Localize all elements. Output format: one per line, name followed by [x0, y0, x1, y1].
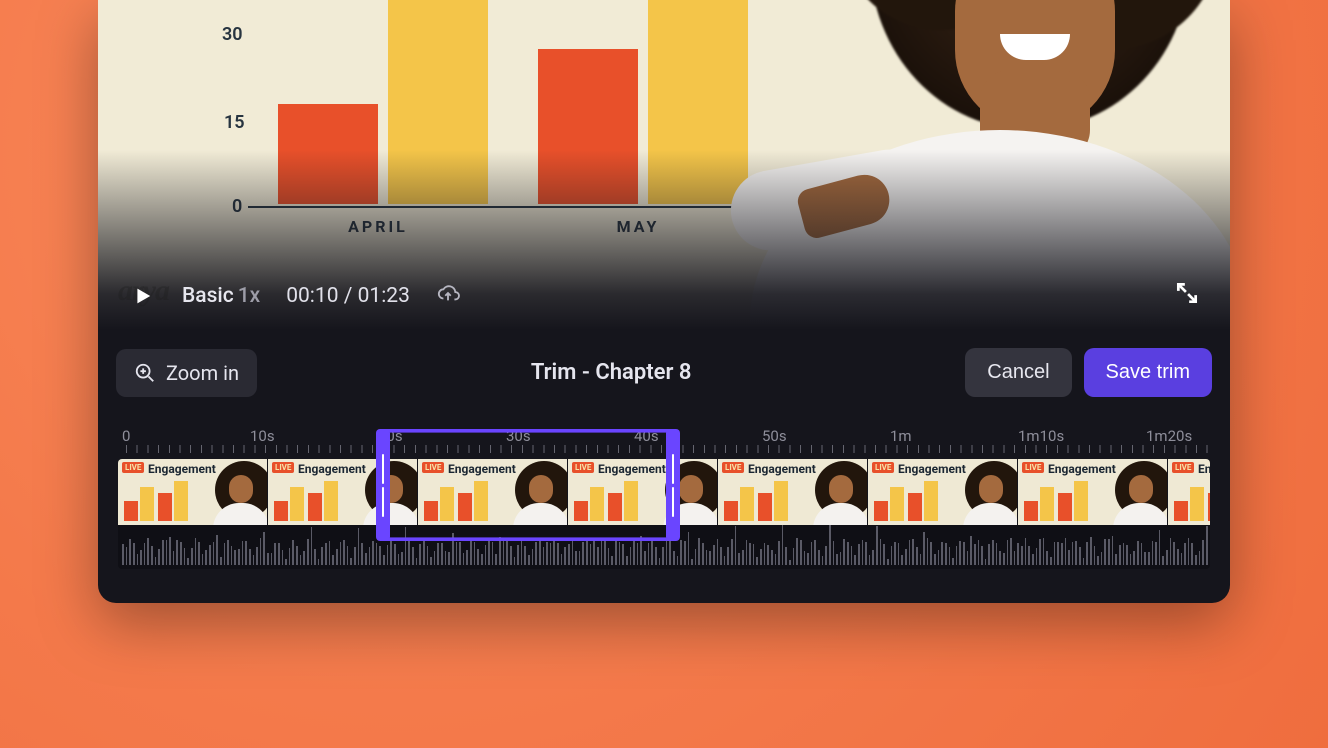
- video-preview[interactable]: 30 15 0 APRIL MAY: [98, 0, 1230, 330]
- timeline-thumbnail[interactable]: LIVE Engagement: [1168, 459, 1210, 525]
- thumb-title: Engagement: [148, 462, 216, 476]
- thumbnail-strip: LIVE Engagement LIVE Engagement LIVE Engageme…: [118, 459, 1210, 525]
- ytick-15: 15: [224, 112, 245, 133]
- live-badge: LIVE: [722, 462, 744, 473]
- timeline-thumbnail[interactable]: LIVE Engagement: [268, 459, 418, 525]
- audio-waveform: [118, 525, 1210, 569]
- live-badge: LIVE: [1172, 462, 1194, 473]
- live-badge: LIVE: [422, 462, 444, 473]
- play-icon: [131, 285, 153, 307]
- app-backdrop: 30 15 0 APRIL MAY: [0, 0, 1328, 748]
- thumb-title: Engagement: [898, 462, 966, 476]
- live-badge: LIVE: [572, 462, 594, 473]
- cloud-upload-icon: [436, 282, 460, 304]
- duration: 01:23: [358, 284, 410, 308]
- timeline-thumbnail[interactable]: LIVE Engagement: [1018, 459, 1168, 525]
- timeline-thumbnail[interactable]: LIVE Engagement: [118, 459, 268, 525]
- thumb-title: Engagement: [298, 462, 366, 476]
- video-track[interactable]: LIVE Engagement LIVE Engagement LIVE Engageme…: [118, 459, 1210, 569]
- timeline-thumbnail[interactable]: LIVE Engagement: [718, 459, 868, 525]
- ruler-label: 10s: [250, 427, 275, 445]
- timecode: 00:10 / 01:23: [286, 284, 410, 308]
- expand-icon: [1174, 280, 1200, 306]
- live-badge: LIVE: [122, 462, 144, 473]
- ruler-label: 1m: [890, 427, 912, 445]
- panel-title: Trim - Chapter 8: [531, 360, 692, 385]
- time-ruler[interactable]: 010s20s30s40s50s1m1m10s1m20s: [118, 427, 1210, 453]
- ytick-30: 30: [222, 24, 243, 45]
- speed-selector[interactable]: Basic 1x: [182, 284, 260, 308]
- zoom-in-icon: [134, 362, 156, 384]
- thumb-title: Engagement: [448, 462, 516, 476]
- thumb-title: Engagement: [598, 462, 666, 476]
- play-button[interactable]: [128, 282, 156, 310]
- fullscreen-button[interactable]: [1174, 280, 1200, 312]
- thumb-title: Engagement: [1198, 462, 1210, 476]
- thumb-title: Engagement: [748, 462, 816, 476]
- timeline-thumbnail[interactable]: LIVE Engagement: [418, 459, 568, 525]
- timeline: 010s20s30s40s50s1m1m10s1m20s LIVEEngagem…: [98, 397, 1230, 603]
- live-badge: LIVE: [272, 462, 294, 473]
- cloud-sync-icon[interactable]: [436, 282, 460, 310]
- ruler-label: 1m20s: [1146, 427, 1192, 445]
- trim-handle-right[interactable]: [666, 429, 680, 541]
- ruler-label: 40s: [634, 427, 659, 445]
- live-badge: LIVE: [872, 462, 894, 473]
- trim-handle-left[interactable]: [376, 429, 390, 541]
- timeline-thumbnail[interactable]: LIVE Engagement: [568, 459, 718, 525]
- thumb-title: Engagement: [1048, 462, 1116, 476]
- timeline-thumbnail[interactable]: LIVE Engagement: [868, 459, 1018, 525]
- zoom-in-button[interactable]: Zoom in: [116, 349, 257, 397]
- current-time: 00:10: [286, 284, 338, 308]
- trim-toolbar: Zoom in Trim - Chapter 8 Cancel Save tri…: [98, 330, 1230, 397]
- speed-label: Basic: [182, 284, 234, 308]
- editor-window: 30 15 0 APRIL MAY: [98, 0, 1230, 603]
- cancel-button[interactable]: Cancel: [965, 348, 1071, 397]
- player-controls: Basic 1x 00:10 / 01:23: [98, 280, 1230, 312]
- ruler-label: 30s: [506, 427, 531, 445]
- ruler-label: 0: [122, 427, 130, 445]
- live-badge: LIVE: [1022, 462, 1044, 473]
- ruler-label: 1m10s: [1018, 427, 1064, 445]
- zoom-in-label: Zoom in: [166, 361, 239, 385]
- save-trim-button[interactable]: Save trim: [1084, 348, 1212, 397]
- speed-multiplier: 1x: [238, 284, 261, 308]
- ruler-label: 50s: [762, 427, 787, 445]
